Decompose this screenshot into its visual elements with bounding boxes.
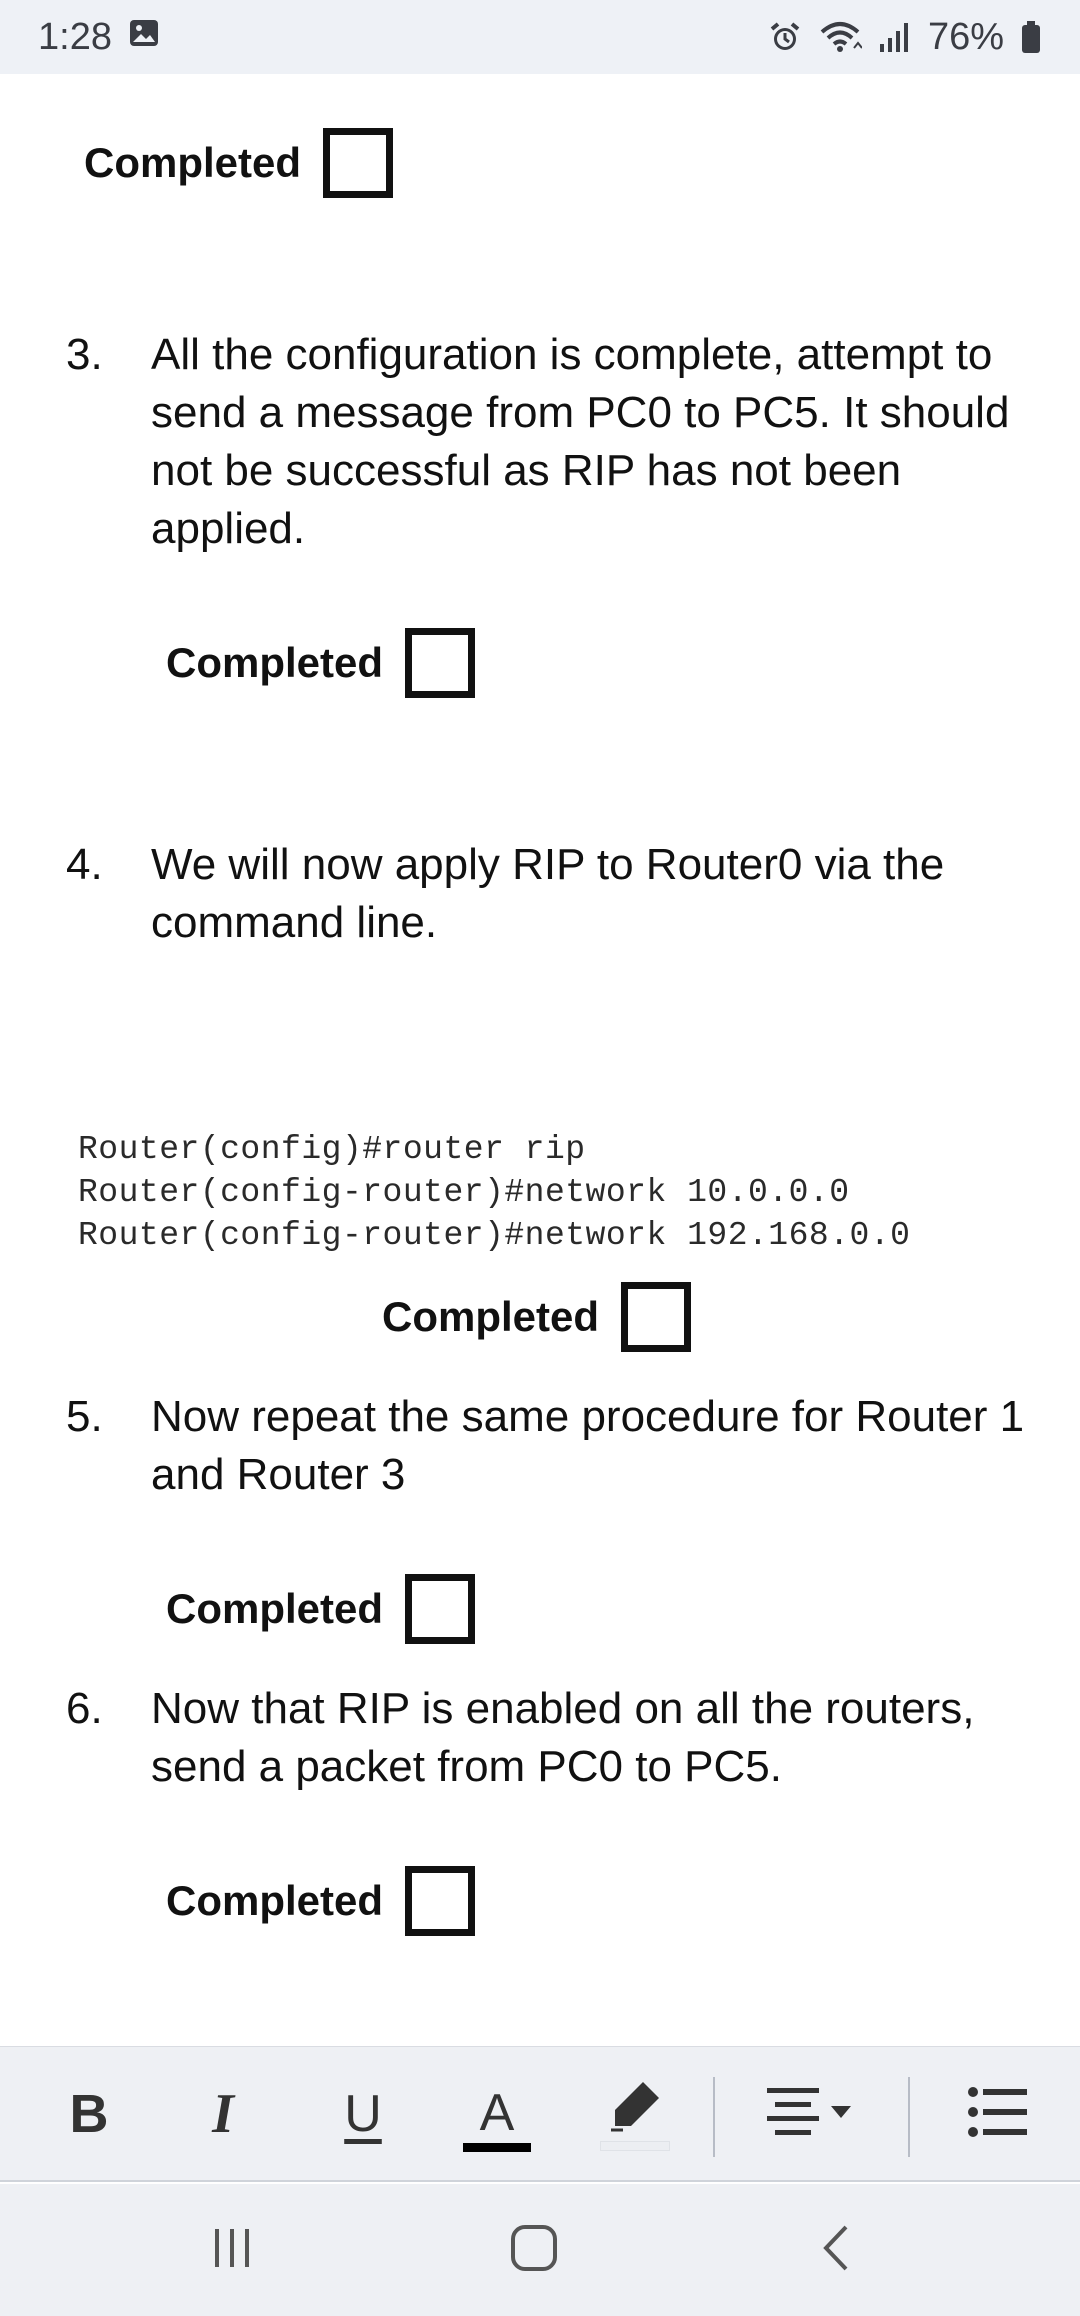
completed-label: Completed xyxy=(382,1293,600,1340)
home-icon xyxy=(509,2223,559,2278)
image-icon xyxy=(128,16,160,59)
highlight-button[interactable] xyxy=(590,2047,680,2181)
recent-apps-icon xyxy=(209,2225,255,2276)
completed-checkbox[interactable] xyxy=(405,1866,476,1936)
font-color-button[interactable]: A xyxy=(452,2047,542,2181)
completed-row: Completed xyxy=(84,128,394,198)
list-text: All the configuration is complete, attem… xyxy=(151,330,1010,553)
home-button[interactable] xyxy=(464,2184,604,2316)
list-icon xyxy=(967,2084,1029,2145)
completed-label: Completed xyxy=(166,639,384,686)
back-button[interactable] xyxy=(766,2184,906,2316)
bold-button[interactable]: B xyxy=(44,2047,134,2181)
completed-label: Completed xyxy=(166,1877,384,1924)
list-number: 3. xyxy=(66,330,103,379)
italic-icon: I xyxy=(212,2083,234,2145)
command-code-block: Router(config)#router rip Router(config-r… xyxy=(78,1128,910,1257)
battery-icon xyxy=(1020,20,1042,54)
list-item-5: 5. Now repeat the same procedure for Rou… xyxy=(66,1388,1026,1504)
completed-row: Completed xyxy=(166,1866,476,1936)
signal-icon xyxy=(878,20,912,54)
document-content[interactable]: Completed 3. All the configuration is co… xyxy=(0,74,1080,2046)
list-text: Now that RIP is enabled on all the route… xyxy=(151,1684,975,1791)
list-item-6: 6. Now that RIP is enabled on all the ro… xyxy=(66,1680,1026,1796)
list-number: 4. xyxy=(66,840,103,889)
status-right: 76% xyxy=(768,16,1042,59)
list-item-3: 3. All the configuration is complete, at… xyxy=(66,326,1026,558)
completed-label: Completed xyxy=(84,139,302,186)
toolbar-separator xyxy=(713,2077,715,2157)
status-left: 1:28 xyxy=(38,16,160,59)
underline-icon: U xyxy=(344,2085,382,2143)
completed-row: Completed xyxy=(382,1282,692,1352)
code-line: Router(config-router)#network 10.0.0.0 xyxy=(78,1174,850,1211)
alarm-icon xyxy=(768,20,802,54)
code-line: Router(config-router)#network 192.168.0.… xyxy=(78,1217,911,1254)
align-button[interactable] xyxy=(756,2047,866,2181)
font-color-icon: A xyxy=(479,2083,515,2142)
navigation-bar xyxy=(0,2184,1080,2316)
clock: 1:28 xyxy=(38,15,112,58)
completed-row: Completed xyxy=(166,1574,476,1644)
bold-icon: B xyxy=(69,2084,109,2144)
list-number: 5. xyxy=(66,1392,103,1441)
completed-checkbox[interactable] xyxy=(405,1574,476,1644)
status-bar: 1:28 76% xyxy=(0,0,1080,74)
align-icon xyxy=(763,2082,859,2147)
completed-checkbox[interactable] xyxy=(621,1282,692,1352)
underline-button[interactable]: U xyxy=(318,2047,408,2181)
list-number: 6. xyxy=(66,1684,103,1733)
list-button[interactable] xyxy=(948,2047,1048,2181)
list-item-4: 4. We will now apply RIP to Router0 via … xyxy=(66,836,1026,952)
back-icon xyxy=(816,2223,856,2278)
list-text: Now repeat the same procedure for Router… xyxy=(151,1392,1025,1499)
completed-checkbox[interactable] xyxy=(323,128,394,198)
completed-checkbox[interactable] xyxy=(405,628,476,698)
battery-percent: 76% xyxy=(927,15,1004,58)
completed-label: Completed xyxy=(166,1585,384,1632)
list-text: We will now apply RIP to Router0 via the… xyxy=(151,840,945,947)
recent-apps-button[interactable] xyxy=(162,2184,302,2316)
wifi-icon xyxy=(818,20,862,54)
completed-row: Completed xyxy=(166,628,476,698)
highlighter-icon xyxy=(603,2078,667,2139)
code-line: Router(config)#router rip xyxy=(78,1131,586,1168)
italic-button[interactable]: I xyxy=(178,2047,268,2181)
formatting-toolbar: B I U A xyxy=(0,2046,1080,2182)
font-color-swatch xyxy=(463,2142,531,2152)
highlight-swatch xyxy=(600,2140,670,2151)
toolbar-separator xyxy=(908,2077,910,2157)
